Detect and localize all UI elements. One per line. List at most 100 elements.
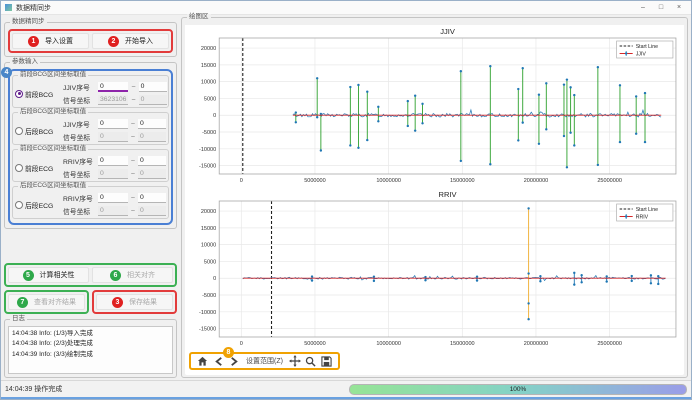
- section-front-bcg-title: 前段BCG区间坐标取值: [18, 72, 88, 79]
- rear-ecg-radio[interactable]: 后段ECG: [15, 200, 61, 210]
- jjiv-chart[interactable]: -15000-10000-500005000100001500020000050…: [185, 25, 684, 188]
- window-accent-strip: [1, 397, 691, 399]
- home-icon[interactable]: [196, 355, 208, 367]
- rriv-index-to-input[interactable]: 0: [138, 193, 166, 203]
- svg-text:-10000: -10000: [199, 310, 216, 316]
- close-button[interactable]: ×: [671, 2, 687, 13]
- signal-coord-from-input[interactable]: 0: [98, 132, 128, 142]
- log-line: 14:04:38 Info: (2/3)处理完成: [12, 339, 169, 349]
- svg-text:RRIV: RRIV: [439, 190, 457, 199]
- jjiv-index-to-input[interactable]: 0: [139, 82, 167, 92]
- figure-canvas: -15000 -10000 -5000 0 5000 10000 15000 20000 0 50…: [185, 25, 684, 375]
- plot-group: 绘图区 -15000 -10000 -5000 0 5000 10000 15000 2000…: [181, 17, 688, 378]
- jjiv-index-row: JJIV序号 0 ~ 0: [63, 119, 166, 129]
- rear-bcg-radio[interactable]: 后段BCG: [15, 126, 61, 136]
- minimize-button[interactable]: –: [635, 2, 651, 13]
- rriv-chart[interactable]: -15000-10000-500005000100001500020000050…: [185, 188, 684, 351]
- svg-text:5000000: 5000000: [304, 178, 325, 184]
- control-panel: 数据精同步 1 导入设置 2 开始导入 参数输入 4: [1, 15, 179, 380]
- set-range-button[interactable]: 设置范围(Z): [244, 356, 285, 366]
- zoom-icon[interactable]: [305, 355, 317, 367]
- svg-text:20000: 20000: [201, 46, 216, 52]
- correlation-align-button[interactable]: 6 相关对齐: [92, 267, 173, 283]
- signal-coord-row: 信号坐标 0 ~ 0: [63, 132, 166, 142]
- progress-bar: 100%: [349, 384, 687, 395]
- params-frame: 4 前段BCG区间坐标取值 前段BCG JJIV序号: [8, 69, 173, 225]
- svg-text:Start Line: Start Line: [636, 44, 658, 50]
- import-settings-button[interactable]: 1 导入设置: [12, 33, 89, 49]
- save-result-button[interactable]: 3 保存结果: [96, 294, 173, 310]
- title-bar: 数据精同步 – □ ×: [1, 1, 691, 15]
- rriv-index-row: RRIV序号 0 ~ 0: [63, 156, 166, 166]
- back-icon[interactable]: [212, 355, 224, 367]
- signal-coord-to-input[interactable]: 0: [139, 95, 167, 105]
- signal-coord-to-input[interactable]: 0: [138, 206, 166, 216]
- params-group: 参数输入 4 前段BCG区间坐标取值 前段BCG: [4, 62, 177, 229]
- view-result-frame: 7 查看对齐结果: [4, 290, 89, 314]
- import-frame: 1 导入设置 2 开始导入: [8, 29, 173, 53]
- log-group-title: 日志: [10, 316, 27, 323]
- plot-group-title: 绘图区: [187, 14, 211, 21]
- start-import-button[interactable]: 2 开始导入: [92, 33, 169, 49]
- svg-text:0: 0: [240, 178, 243, 184]
- svg-text:RRIV: RRIV: [636, 215, 649, 221]
- pan-icon[interactable]: [289, 355, 301, 367]
- rriv-index-from-input[interactable]: 0: [98, 156, 128, 166]
- svg-text:5000000: 5000000: [304, 341, 325, 347]
- status-message: 14:04:39 操作完成: [5, 384, 62, 394]
- signal-coord-row: 信号坐标 3623106 ~ 0: [63, 95, 167, 105]
- app-icon: [5, 4, 12, 11]
- step-badge-2: 2: [108, 36, 119, 47]
- view-align-result-button[interactable]: 7 查看对齐结果: [8, 294, 85, 310]
- svg-text:10000: 10000: [201, 80, 216, 86]
- calc-correlation-button[interactable]: 5 计算相关性: [8, 267, 89, 283]
- front-ecg-radio[interactable]: 前段ECG: [15, 163, 61, 173]
- radio-icon: [15, 201, 23, 209]
- rriv-index-to-input[interactable]: 0: [138, 156, 166, 166]
- signal-coord-from-input[interactable]: 3623106: [98, 95, 128, 105]
- section-rear-bcg: 后段BCG区间坐标取值 后段BCG JJIV序号 0 ~: [12, 112, 169, 145]
- svg-text:0: 0: [213, 276, 216, 282]
- import-settings-label: 导入设置: [45, 36, 73, 46]
- correlation-frame: 5 计算相关性 6 相关对齐: [4, 263, 177, 287]
- front-bcg-radio[interactable]: 前段BCG: [15, 89, 61, 99]
- step-badge-3: 3: [112, 297, 123, 308]
- svg-text:-5000: -5000: [202, 130, 216, 136]
- section-front-ecg: 前段ECG区间坐标取值 前段ECG RRIV序号 0 ~: [12, 149, 169, 182]
- svg-text:JJIV: JJIV: [440, 27, 455, 36]
- signal-coord-from-input[interactable]: 0: [98, 206, 128, 216]
- save-result-label: 保存结果: [129, 297, 157, 307]
- radio-icon: [15, 127, 23, 135]
- jjiv-index-row: JJIV序号 0 ~ 0: [63, 82, 167, 92]
- log-group: 日志 14:04:38 Info: (1/3)导入完成 14:04:38 Inf…: [4, 319, 177, 378]
- maximize-button[interactable]: □: [653, 2, 669, 13]
- svg-text:-5000: -5000: [202, 293, 216, 299]
- radio-icon: [15, 164, 23, 172]
- view-align-result-label: 查看对齐结果: [34, 297, 76, 307]
- svg-text:15000: 15000: [201, 226, 216, 232]
- section-front-bcg: 前段BCG区间坐标取值 前段BCG JJIV序号 0 ~: [12, 75, 169, 108]
- svg-text:5000: 5000: [204, 259, 216, 265]
- calc-correlation-label: 计算相关性: [40, 270, 75, 280]
- radio-icon: [15, 90, 23, 98]
- step-badge-8: 8: [223, 347, 234, 358]
- signal-coord-from-input[interactable]: 0: [98, 169, 128, 179]
- progress-text: 100%: [510, 386, 527, 393]
- jjiv-index-from-input[interactable]: 0: [98, 82, 128, 92]
- toolbar-frame: 8 设置范围(Z): [189, 352, 340, 370]
- save-icon[interactable]: [321, 355, 333, 367]
- step-badge-6: 6: [110, 270, 121, 281]
- svg-text:25000000: 25000000: [597, 178, 622, 184]
- signal-coord-to-input[interactable]: 0: [138, 132, 166, 142]
- svg-text:15000: 15000: [201, 63, 216, 69]
- log-output[interactable]: 14:04:38 Info: (1/3)导入完成 14:04:38 Info: …: [8, 326, 173, 374]
- svg-text:0: 0: [213, 113, 216, 119]
- jjiv-index-to-input[interactable]: 0: [138, 119, 166, 129]
- mpl-toolbar: 8 设置范围(Z): [185, 351, 684, 371]
- section-rear-ecg-title: 后段ECG区间坐标取值: [18, 183, 88, 190]
- rriv-index-from-input[interactable]: 0: [98, 193, 128, 203]
- svg-text:0: 0: [240, 341, 243, 347]
- svg-text:-15000: -15000: [199, 327, 216, 333]
- signal-coord-to-input[interactable]: 0: [138, 169, 166, 179]
- jjiv-index-from-input[interactable]: 0: [98, 119, 128, 129]
